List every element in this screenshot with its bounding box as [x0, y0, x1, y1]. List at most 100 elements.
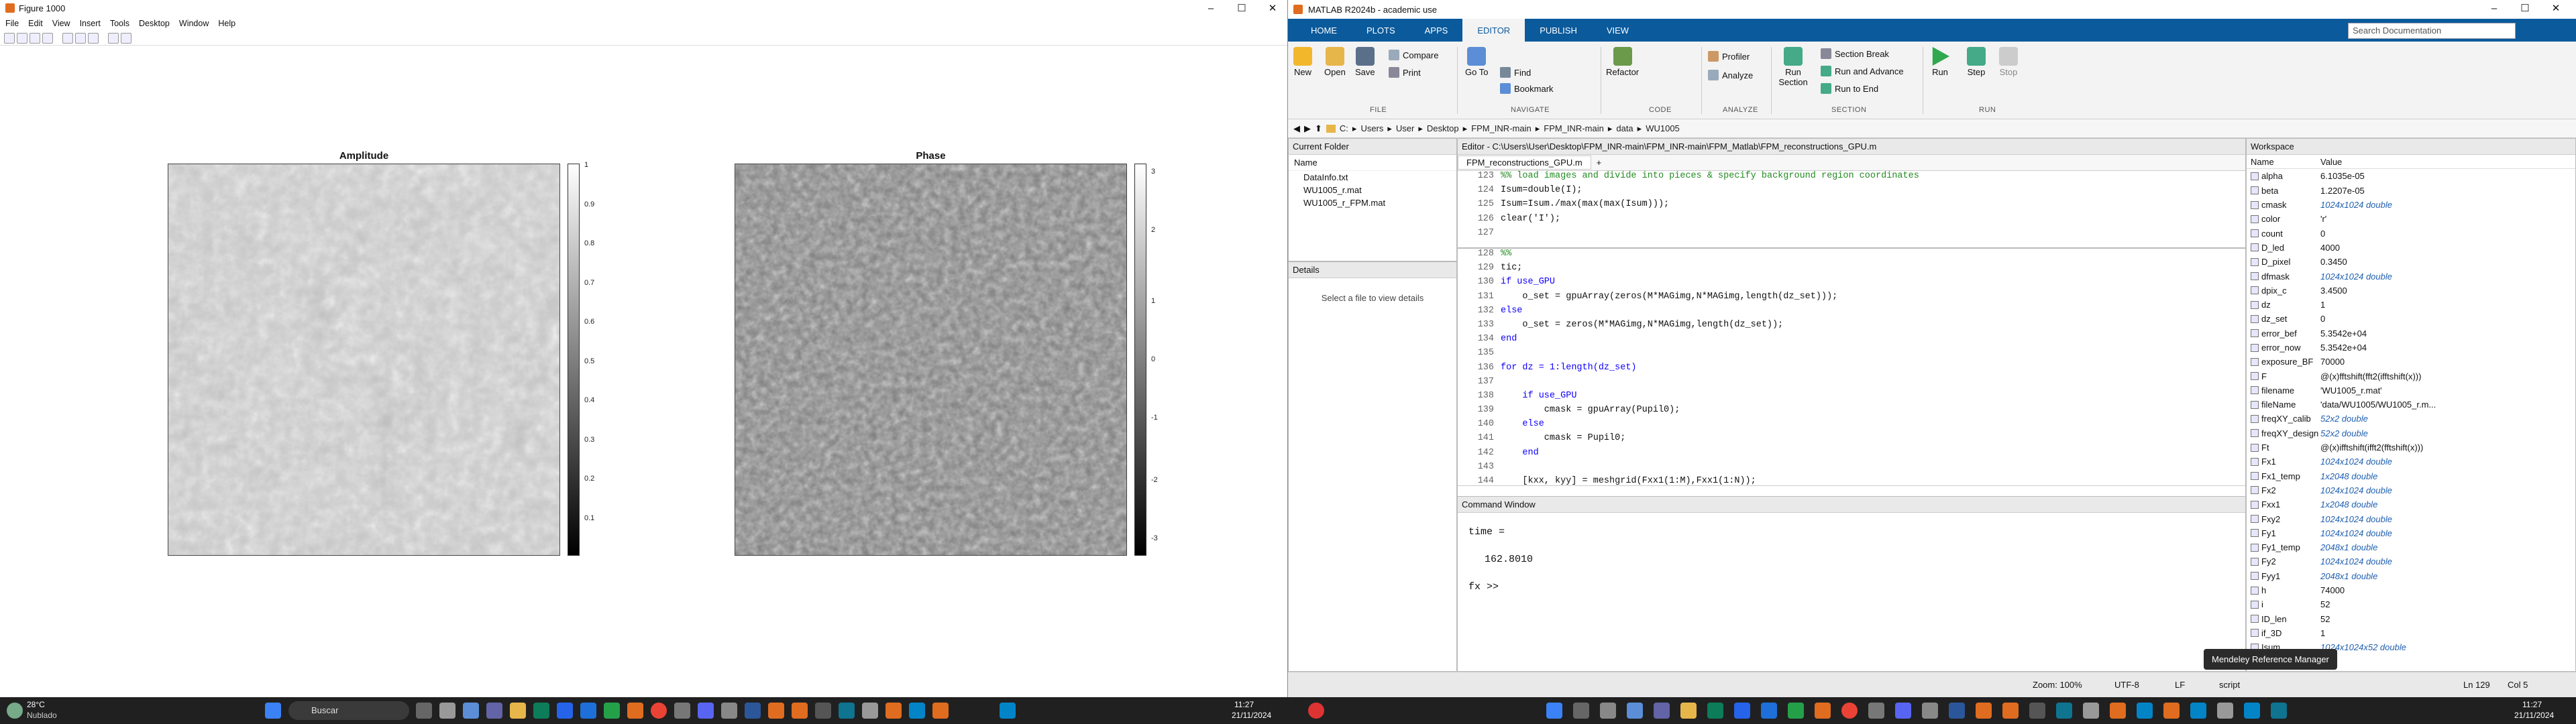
app-icon[interactable]	[674, 703, 690, 719]
matlab-taskbar-icon[interactable]	[2002, 703, 2019, 719]
code-line[interactable]: 124 Isum=double(I);	[1458, 185, 2245, 199]
workspace-row[interactable]: if_3D 1	[2247, 626, 2575, 640]
breadcrumb-item[interactable]: FPM_INR-main	[1471, 123, 1532, 133]
matlab-taskbar-icon[interactable]	[792, 703, 808, 719]
close-icon[interactable]: ✕	[1257, 0, 1288, 16]
code-line[interactable]: 131 o_set = gpuArray(zeros(M*MAGimg,N*MA…	[1458, 292, 2245, 306]
workspace-row[interactable]: filename 'WU1005_r.mat'	[2247, 383, 2575, 398]
workspace-row[interactable]: D_led 4000	[2247, 241, 2575, 255]
workspace-row[interactable]: beta 1.2207e-05	[2247, 184, 2575, 198]
workspace-row[interactable]: exposure_BF 70000	[2247, 355, 2575, 369]
matlab-taskbar-icon[interactable]	[1976, 703, 1992, 719]
code-line[interactable]: 143	[1458, 462, 2245, 476]
code-line[interactable]: 138 if use_GPU	[1458, 391, 2245, 405]
workspace-value-header[interactable]: Value	[2320, 157, 2575, 167]
file-item[interactable]: WU1005_r.mat	[1289, 184, 1456, 196]
app-icon[interactable]	[698, 703, 714, 719]
search-documentation-input[interactable]: Search Documentation	[2348, 23, 2516, 39]
code-area[interactable]: 123 %% load images and divide into pieces…	[1458, 171, 2245, 249]
new-tab-icon[interactable]: +	[1591, 158, 1607, 168]
breadcrumb-item[interactable]: User	[1396, 123, 1414, 133]
tab-plots[interactable]: PLOTS	[1352, 19, 1410, 42]
find-button[interactable]: Find	[1500, 67, 1531, 78]
matlab-taskbar-icon[interactable]	[2110, 703, 2126, 719]
app-icon[interactable]	[604, 703, 620, 719]
minimize-icon[interactable]: –	[1195, 0, 1226, 16]
app-icon[interactable]	[580, 703, 596, 719]
file-item[interactable]: WU1005_r_FPM.mat	[1289, 196, 1456, 209]
workspace-row[interactable]: Fx2 1024x1024 double	[2247, 483, 2575, 497]
app-icon[interactable]	[533, 703, 549, 719]
code-line[interactable]: 126 clear('I');	[1458, 214, 2245, 228]
chrome-icon[interactable]	[1841, 703, 1858, 719]
print-button[interactable]: Print	[1389, 67, 1421, 78]
workspace-row[interactable]: error_bef 5.3542e+04	[2247, 326, 2575, 341]
app-icon[interactable]	[909, 703, 925, 719]
workspace-row[interactable]: Fy1 1024x1024 double	[2247, 526, 2575, 540]
workspace-row[interactable]: F @(x)fftshift(fft2(ifftshift(x)))	[2247, 369, 2575, 383]
app-icon[interactable]	[1868, 703, 1884, 719]
windows-start-icon[interactable]	[265, 703, 281, 719]
taskbar-search[interactable]: Buscar	[288, 701, 409, 720]
open-file-icon[interactable]	[17, 32, 28, 44]
app-icon[interactable]	[2056, 703, 2072, 719]
workspace-row[interactable]: error_now 5.3542e+04	[2247, 341, 2575, 355]
app-icon[interactable]	[721, 703, 737, 719]
app-icon[interactable]	[1788, 703, 1804, 719]
workspace-row[interactable]: alpha 6.1035e-05	[2247, 169, 2575, 183]
breadcrumb-item[interactable]: WU1005	[1646, 123, 1680, 133]
property-inspector-icon[interactable]	[121, 32, 131, 44]
insert-legend-icon[interactable]	[88, 32, 99, 44]
edge-icon[interactable]	[557, 703, 573, 719]
app-icon[interactable]	[2137, 703, 2153, 719]
workspace-row[interactable]: dfmask 1024x1024 double	[2247, 269, 2575, 283]
code-line[interactable]: 128%%	[1458, 249, 2245, 263]
name-column-header[interactable]: Name	[1289, 155, 1456, 171]
code-line[interactable]: 139 cmask = gpuArray(Pupil0);	[1458, 405, 2245, 419]
save-icon[interactable]	[30, 32, 40, 44]
workspace-row[interactable]: freqXY_calib 52x2 double	[2247, 412, 2575, 426]
maximize-icon[interactable]: ☐	[1226, 0, 1257, 16]
workspace-row[interactable]: color 'r'	[2247, 212, 2575, 226]
code-line[interactable]: 132 else	[1458, 306, 2245, 320]
profiler-button[interactable]: Profiler	[1708, 51, 1750, 62]
insert-colorbar-icon[interactable]	[75, 32, 86, 44]
app-icon[interactable]	[1761, 703, 1777, 719]
workspace-row[interactable]: h 74000	[2247, 583, 2575, 597]
app-icon[interactable]	[2083, 703, 2099, 719]
menu-desktop[interactable]: Desktop	[139, 19, 170, 28]
refactor-button[interactable]: Refactor	[1606, 47, 1639, 77]
code-line[interactable]: 144 [kxx, kyy] = meshgrid(Fxx1(1:M),Fxx1…	[1458, 476, 2245, 485]
code-line[interactable]: 141 cmask = Pupil0;	[1458, 433, 2245, 447]
code-line[interactable]: 123 %% load images and divide into pieces…	[1458, 171, 2245, 185]
app-icon[interactable]	[1895, 703, 1911, 719]
workspace-row[interactable]: Fxx1 1x2048 double	[2247, 497, 2575, 511]
code-line[interactable]: 125 Isum=Isum./max(max(max(Isum)));	[1458, 199, 2245, 213]
windows-start-icon[interactable]	[1546, 703, 1562, 719]
forward-icon[interactable]: ▶	[1304, 123, 1311, 134]
breadcrumb-item[interactable]: FPM_INR-main	[1544, 123, 1604, 133]
back-icon[interactable]: ◀	[1293, 123, 1300, 134]
tab-home[interactable]: HOME	[1296, 19, 1352, 42]
file-explorer-icon[interactable]	[1680, 703, 1697, 719]
bookmark-button[interactable]: Bookmark	[1500, 83, 1554, 94]
goto-button[interactable]: Go To	[1465, 47, 1488, 77]
search-icon[interactable]	[1573, 703, 1589, 719]
workspace-name-header[interactable]: Name	[2247, 157, 2320, 167]
menu-view[interactable]: View	[52, 19, 70, 28]
code-line[interactable]: 129 tic;	[1458, 263, 2245, 277]
workspace-row[interactable]: Fyy1 2048x1 double	[2247, 569, 2575, 583]
app-icon[interactable]	[2217, 703, 2233, 719]
code-line[interactable]: 135	[1458, 348, 2245, 362]
workspace-row[interactable]: fileName 'data/WU1005/WU1005_r.m...	[2247, 398, 2575, 412]
app-icon[interactable]	[862, 703, 878, 719]
app-icon[interactable]	[815, 703, 831, 719]
browse-folder-icon[interactable]	[1326, 124, 1336, 133]
app-icon[interactable]	[2271, 703, 2287, 719]
file-item[interactable]: DataInfo.txt	[1289, 171, 1456, 184]
code-line[interactable]: 134 end	[1458, 334, 2245, 348]
workspace-row[interactable]: count 0	[2247, 226, 2575, 240]
edge-icon[interactable]	[1734, 703, 1750, 719]
workspace-row[interactable]: Fy2 1024x1024 double	[2247, 554, 2575, 568]
edit-plot-icon[interactable]	[108, 32, 119, 44]
